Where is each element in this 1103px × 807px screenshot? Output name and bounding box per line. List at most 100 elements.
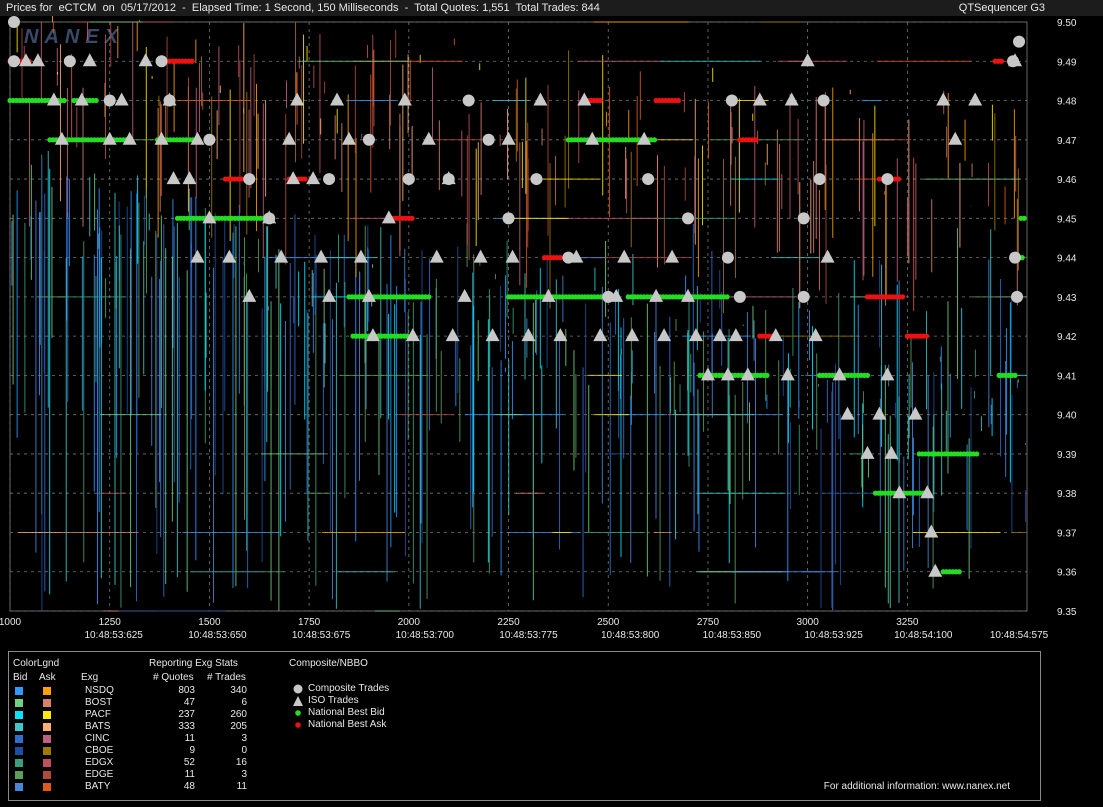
bid-color-swatch bbox=[15, 723, 23, 731]
composite-trade-marker bbox=[103, 94, 116, 107]
quote-count: 333 bbox=[178, 721, 195, 732]
composite-trade-marker bbox=[813, 173, 826, 186]
trade-count: 3 bbox=[241, 769, 247, 780]
composite-trade-marker bbox=[323, 173, 336, 186]
quotes-header: # Quotes bbox=[153, 672, 194, 683]
dot-icon bbox=[295, 722, 301, 728]
time-label: 10:48:54:575 bbox=[990, 630, 1049, 641]
exchange-name: CINC bbox=[85, 733, 110, 744]
x-tick-label: 1000 bbox=[0, 617, 22, 628]
composite-trade-marker bbox=[7, 55, 20, 68]
x-tick-label: 2250 bbox=[497, 617, 520, 628]
exchange-name: BOST bbox=[85, 697, 113, 708]
exchange-row: CINC 11 3 bbox=[9, 733, 289, 745]
best-ask-dot bbox=[409, 215, 415, 221]
trade-count: 11 bbox=[236, 781, 247, 792]
time-label: 10:48:53:650 bbox=[188, 630, 247, 641]
exchange-name: EDGE bbox=[85, 769, 114, 780]
composite-trade-marker bbox=[462, 94, 475, 107]
bid-color-swatch bbox=[15, 747, 23, 755]
ask-color-swatch bbox=[43, 783, 51, 791]
composite-trade-marker bbox=[362, 133, 375, 146]
nbbo-legend-item: National Best Ask bbox=[292, 719, 492, 731]
quote-count: 52 bbox=[183, 757, 195, 768]
x-tick-label: 3000 bbox=[797, 617, 820, 628]
y-tick-label: 9.43 bbox=[1057, 293, 1077, 304]
stats-title: Reporting Exg Stats bbox=[149, 658, 238, 669]
composite-trade-marker bbox=[155, 55, 168, 68]
title-bar: Prices for eCTCM on 05/17/2012 - Elapsed… bbox=[0, 0, 1103, 16]
quote-count: 9 bbox=[189, 745, 195, 756]
exchange-name: EDGX bbox=[85, 757, 114, 768]
quote-count: 237 bbox=[178, 709, 195, 720]
trades-header: # Trades bbox=[207, 672, 246, 683]
composite-trade-marker bbox=[721, 251, 734, 264]
legend-panel: ColorLgnd Bid Ask Exg Reporting Exg Stat… bbox=[8, 651, 1041, 801]
y-tick-label: 9.41 bbox=[1057, 371, 1077, 382]
composite-trade-marker bbox=[1011, 290, 1024, 303]
time-label: 10:48:53:850 bbox=[703, 630, 762, 641]
y-tick-label: 9.37 bbox=[1057, 528, 1077, 539]
nbbo-title: Composite/NBBO bbox=[289, 658, 368, 669]
composite-trade-marker bbox=[63, 55, 76, 68]
ask-header: Ask bbox=[39, 672, 56, 683]
composite-trade-marker bbox=[243, 173, 256, 186]
bid-color-swatch bbox=[15, 735, 23, 743]
exchange-name: PACF bbox=[85, 709, 111, 720]
best-ask-dot bbox=[302, 176, 308, 182]
composite-trade-marker bbox=[797, 290, 810, 303]
best-bid-dot bbox=[651, 137, 658, 143]
exchange-row: CBOE 9 0 bbox=[9, 745, 289, 757]
composite-trade-marker bbox=[7, 16, 20, 28]
trade-count: 205 bbox=[230, 721, 247, 732]
ask-color-swatch bbox=[43, 699, 51, 707]
quote-count: 803 bbox=[178, 685, 195, 696]
best-ask-dot bbox=[923, 333, 930, 339]
time-label: 10:48:53:925 bbox=[804, 630, 863, 641]
x-tick-label: 2500 bbox=[597, 617, 620, 628]
trade-count: 0 bbox=[241, 745, 247, 756]
y-tick-label: 9.47 bbox=[1057, 136, 1077, 147]
exchange-row: BATY 48 11 bbox=[9, 781, 289, 793]
best-bid-dot bbox=[764, 372, 770, 378]
composite-trade-marker bbox=[881, 173, 894, 186]
composite-trade-marker bbox=[1009, 251, 1022, 264]
exchange-name: NSDQ bbox=[85, 685, 114, 696]
y-tick-label: 9.46 bbox=[1057, 175, 1077, 186]
y-tick-label: 9.50 bbox=[1057, 18, 1077, 29]
best-bid-dot bbox=[724, 294, 730, 300]
trade-count: 3 bbox=[241, 733, 247, 744]
y-tick-label: 9.35 bbox=[1057, 607, 1077, 618]
composite-trade-marker bbox=[797, 212, 810, 225]
nbbo-legend-label: ISO Trades bbox=[308, 695, 359, 706]
y-tick-label: 9.36 bbox=[1057, 568, 1077, 579]
best-ask-dot bbox=[675, 97, 682, 104]
trade-count: 260 bbox=[230, 709, 247, 720]
composite-trade-marker bbox=[482, 133, 495, 146]
bid-color-swatch bbox=[15, 699, 23, 707]
best-bid-dot bbox=[974, 451, 980, 457]
best-ask-dot bbox=[753, 137, 759, 143]
nbbo-legend-label: Composite Trades bbox=[308, 683, 390, 694]
best-ask-dot bbox=[895, 176, 902, 182]
y-tick-label: 9.39 bbox=[1057, 450, 1077, 461]
dot-icon bbox=[295, 710, 301, 716]
quote-count: 11 bbox=[184, 733, 195, 744]
best-bid-dot bbox=[61, 97, 67, 104]
composite-trade-marker bbox=[733, 290, 746, 303]
nbbo-legend-item: National Best Bid bbox=[292, 707, 492, 719]
legend-title: ColorLgnd bbox=[13, 658, 60, 669]
nbbo-legend-item: ISO Trades bbox=[292, 695, 492, 707]
x-tick-label: 2000 bbox=[398, 617, 421, 628]
best-bid-dot bbox=[1012, 372, 1018, 378]
price-chart: NANEX 9.50 9.49 9.48 9.47 9.46 9.45 9.44 9.43 9.4… bbox=[0, 16, 1077, 641]
y-tick-label: 9.38 bbox=[1057, 489, 1077, 500]
app-name: QTSequencer G3 bbox=[958, 2, 1045, 14]
bid-color-swatch bbox=[15, 783, 23, 791]
chart-title: Prices for eCTCM on 05/17/2012 - Elapsed… bbox=[6, 2, 600, 14]
composite-trade-marker bbox=[203, 133, 216, 146]
footer-link: For additional information: www.nanex.ne… bbox=[823, 781, 1010, 792]
best-bid-dot bbox=[93, 97, 99, 104]
x-tick-label: 1500 bbox=[198, 617, 221, 628]
exchange-row: NSDQ 803 340 bbox=[9, 685, 289, 697]
